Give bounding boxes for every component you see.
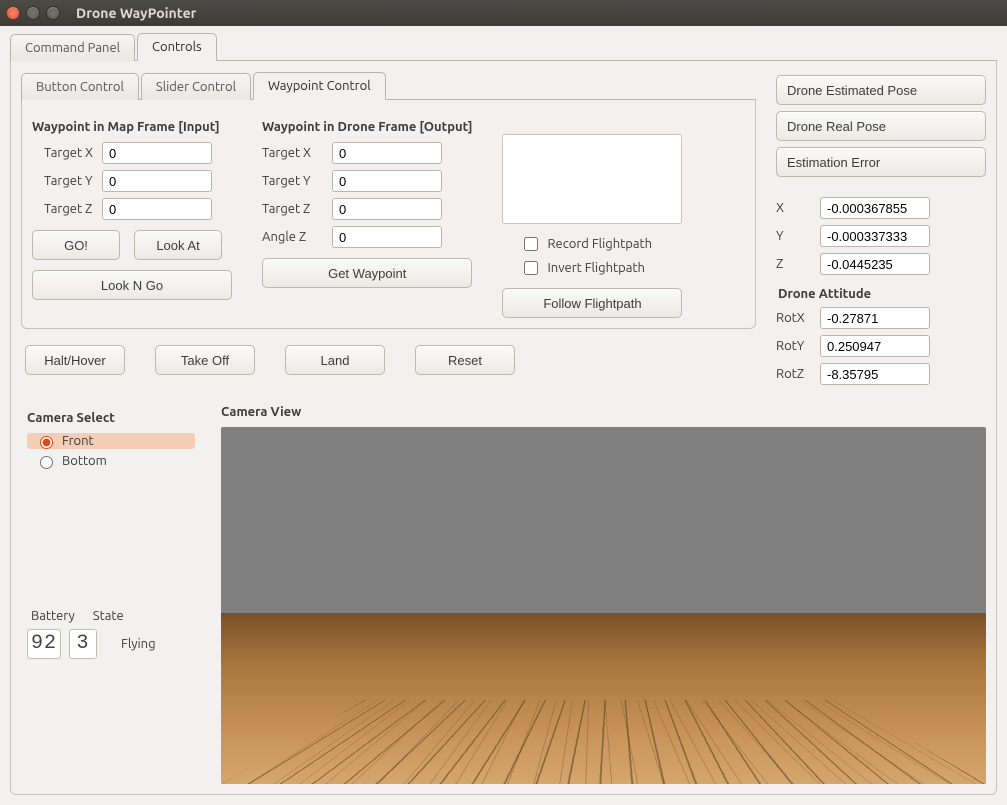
window-title: Drone WayPointer (76, 5, 196, 21)
look-n-go-button[interactable]: Look N Go (32, 270, 232, 300)
follow-flightpath-button[interactable]: Follow Flightpath (502, 288, 682, 318)
app-window: Drone WayPointer Command Panel Controls … (0, 0, 1007, 805)
battery-lcd: 92 (27, 629, 61, 659)
pose-z-value[interactable] (820, 253, 930, 275)
record-flightpath-checkbox[interactable] (524, 237, 538, 251)
status-labels: Battery State (27, 609, 195, 623)
get-waypoint-button[interactable]: Get Waypoint (262, 258, 472, 288)
out-target-z-label: Target Z (262, 202, 332, 216)
waypoint-input-title: Waypoint in Map Frame [Input] (32, 120, 232, 134)
target-x-input[interactable] (102, 142, 212, 164)
action-button-row: Halt/Hover Take Off Land Reset (25, 345, 752, 375)
tab-button-control[interactable]: Button Control (21, 73, 139, 100)
out-angle-z-label: Angle Z (262, 230, 332, 244)
state-label: State (93, 609, 124, 623)
rotz-label: RotZ (776, 367, 820, 381)
drone-real-pose-button[interactable]: Drone Real Pose (776, 111, 986, 141)
waypoint-output-col: Waypoint in Drone Frame [Output] Target … (262, 116, 472, 318)
pose-x-label: X (776, 201, 820, 215)
pose-panel: Drone Estimated Pose Drone Real Pose Est… (776, 75, 986, 391)
roty-value[interactable] (820, 335, 930, 357)
outer-tab-row: Command Panel Controls (10, 32, 997, 61)
controls-pane: Button Control Slider Control Waypoint C… (10, 61, 997, 795)
minimize-icon[interactable] (26, 6, 40, 20)
state-text: Flying (121, 637, 156, 651)
drone-attitude-title: Drone Attitude (778, 287, 986, 301)
pose-y-label: Y (776, 229, 820, 243)
target-z-input[interactable] (102, 198, 212, 220)
tab-waypoint-control[interactable]: Waypoint Control (253, 72, 386, 100)
inner-tab-row: Button Control Slider Control Waypoint C… (21, 71, 756, 100)
camera-bottom-row[interactable]: Bottom (27, 453, 195, 469)
camera-view (221, 427, 986, 784)
out-target-z-input[interactable] (332, 198, 442, 220)
flightpath-col: Record Flightpath Invert Flightpath Foll… (502, 116, 682, 318)
battery-label: Battery (31, 609, 75, 623)
roty-label: RotY (776, 339, 820, 353)
estimation-error-button[interactable]: Estimation Error (776, 147, 986, 177)
upper-content: Button Control Slider Control Waypoint C… (21, 71, 986, 391)
tab-command-panel[interactable]: Command Panel (10, 34, 135, 61)
client-area: Command Panel Controls Button Control Sl… (0, 26, 1007, 805)
target-x-label: Target X (32, 146, 102, 160)
pose-y-value[interactable] (820, 225, 930, 247)
lower-row: Camera Select Front Bottom Battery State (21, 401, 986, 784)
camera-bottom-radio[interactable] (40, 456, 53, 469)
halt-hover-button[interactable]: Halt/Hover (25, 345, 125, 375)
go-button[interactable]: GO! (32, 230, 120, 260)
out-target-y-label: Target Y (262, 174, 332, 188)
camera-front-label: Front (62, 434, 94, 448)
titlebar: Drone WayPointer (0, 0, 1007, 26)
out-target-y-input[interactable] (332, 170, 442, 192)
look-at-button[interactable]: Look At (134, 230, 222, 260)
waypoint-input-col: Waypoint in Map Frame [Input] Target X T… (32, 116, 232, 318)
record-flightpath-label: Record Flightpath (547, 237, 652, 251)
out-target-x-input[interactable] (332, 142, 442, 164)
pose-z-label: Z (776, 257, 820, 271)
rotz-value[interactable] (820, 363, 930, 385)
camera-select-panel: Camera Select Front Bottom Battery State (21, 401, 201, 784)
camera-bottom-label: Bottom (62, 454, 107, 468)
camera-view-title: Camera View (221, 405, 986, 419)
flightpath-preview (502, 134, 682, 224)
reset-button[interactable]: Reset (415, 345, 515, 375)
rotx-value[interactable] (820, 307, 930, 329)
camera-view-wrap: Camera View (221, 401, 986, 784)
camera-select-title: Camera Select (27, 411, 195, 425)
drone-estimated-pose-button[interactable]: Drone Estimated Pose (776, 75, 986, 105)
target-y-input[interactable] (102, 170, 212, 192)
maximize-icon[interactable] (46, 6, 60, 20)
waypoint-pane: Waypoint in Map Frame [Input] Target X T… (21, 100, 756, 329)
invert-flightpath-checkbox[interactable] (524, 261, 538, 275)
out-target-x-label: Target X (262, 146, 332, 160)
waypoint-output-title: Waypoint in Drone Frame [Output] (262, 120, 472, 134)
out-angle-z-input[interactable] (332, 226, 442, 248)
status-row: 92 3 Flying (27, 629, 195, 659)
invert-flightpath-label: Invert Flightpath (547, 261, 644, 275)
target-z-label: Target Z (32, 202, 102, 216)
target-y-label: Target Y (32, 174, 102, 188)
take-off-button[interactable]: Take Off (155, 345, 255, 375)
tab-slider-control[interactable]: Slider Control (141, 73, 251, 100)
state-lcd: 3 (69, 629, 97, 659)
camera-front-row[interactable]: Front (27, 433, 195, 449)
rotx-label: RotX (776, 311, 820, 325)
tab-controls[interactable]: Controls (137, 33, 217, 61)
camera-front-radio[interactable] (40, 436, 53, 449)
close-icon[interactable] (6, 6, 20, 20)
pose-x-value[interactable] (820, 197, 930, 219)
camera-view-floor (221, 613, 986, 784)
land-button[interactable]: Land (285, 345, 385, 375)
left-area: Button Control Slider Control Waypoint C… (21, 71, 756, 391)
